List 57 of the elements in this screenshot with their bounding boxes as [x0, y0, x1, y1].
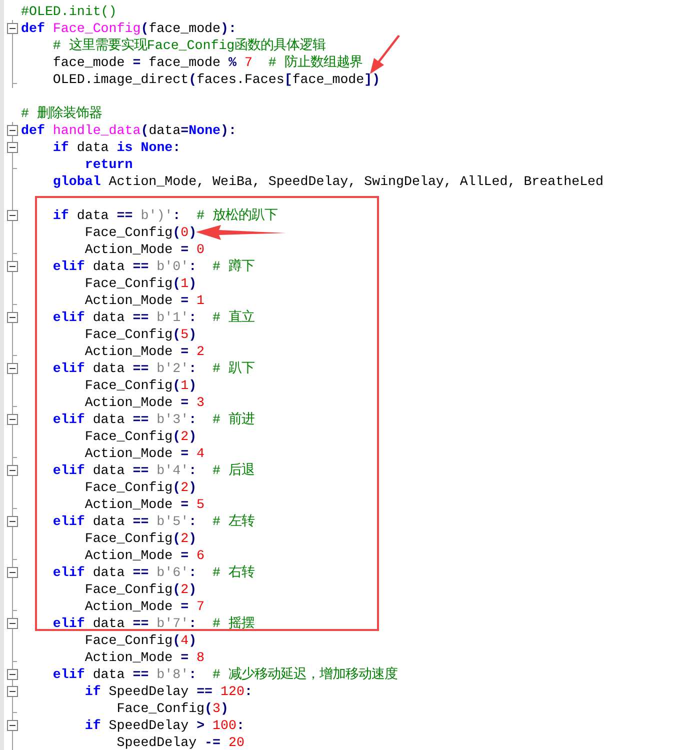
- code-line: Face_Config(4): [84, 632, 197, 649]
- code-line: Action_Mode = 3: [84, 394, 205, 411]
- collapse-icon[interactable]: [7, 465, 18, 476]
- code-line: Action_Mode = 8: [84, 649, 205, 666]
- code-line: elif data == b'8': # 减少移动延迟，增加移动速度: [52, 666, 398, 683]
- code-line: elif data == b'6': # 右转: [52, 564, 255, 581]
- code-line: # 这里需要实现Face_Config函数的具体逻辑: [52, 37, 326, 54]
- collapse-icon[interactable]: [7, 618, 18, 629]
- collapse-icon[interactable]: [7, 720, 18, 731]
- code-line: if SpeedDelay > 100:: [84, 717, 244, 734]
- code-line: elif data == b'0': # 蹲下: [52, 258, 255, 275]
- code-line: elif data == b'1': # 直立: [52, 309, 255, 326]
- code-line: global Action_Mode, WeiBa, SpeedDelay, SwingDelay, AllLed, BreatheLed: [52, 173, 604, 190]
- code-line: elif data == b'4': # 后退: [52, 462, 255, 479]
- code-line: face_mode = face_mode % 7 # 防止数组越界: [52, 54, 362, 71]
- code-line: Face_Config(3): [116, 700, 228, 717]
- code-line: def Face_Config(face_mode):: [21, 20, 236, 37]
- code-line: Action_Mode = 2: [84, 343, 205, 360]
- code-line: Face_Config(5): [84, 326, 197, 343]
- collapse-icon[interactable]: [7, 210, 18, 221]
- code-line: if data == b')': # 放松的趴下: [52, 207, 278, 224]
- collapse-icon[interactable]: [7, 516, 18, 527]
- code-line: elif data == b'7': # 摇摆: [52, 615, 255, 632]
- collapse-icon[interactable]: [7, 363, 18, 374]
- code-line: #OLED.init(): [21, 3, 117, 20]
- code-line: Action_Mode = 0: [84, 241, 205, 258]
- code-line: if SpeedDelay == 120:: [84, 683, 252, 700]
- code-line: Face_Config(2): [84, 428, 197, 445]
- code-line: Action_Mode = 4: [84, 445, 205, 462]
- code-line: OLED.image_direct(faces.Faces[face_mode]): [52, 71, 380, 88]
- code-line: Face_Config(1): [84, 275, 197, 292]
- code-line: Action_Mode = 5: [84, 496, 205, 513]
- code-line: Face_Config(2): [84, 581, 197, 598]
- code-line: return: [84, 156, 133, 173]
- collapse-icon[interactable]: [7, 261, 18, 272]
- collapse-icon[interactable]: [7, 567, 18, 578]
- code-line: Face_Config(0): [84, 224, 197, 241]
- collapse-icon[interactable]: [7, 23, 18, 34]
- collapse-icon[interactable]: [7, 414, 18, 425]
- code-line: Face_Config(1): [84, 377, 197, 394]
- code-line: Action_Mode = 7: [84, 598, 205, 615]
- code-line: Face_Config(2): [84, 479, 197, 496]
- code-line: def handle_data(data=None):: [21, 122, 236, 139]
- code-line: Action_Mode = 6: [84, 547, 205, 564]
- collapse-icon[interactable]: [7, 312, 18, 323]
- code-line: Action_Mode = 1: [84, 292, 205, 309]
- collapse-icon[interactable]: [7, 669, 18, 680]
- code-line: elif data == b'2': # 趴下: [52, 360, 255, 377]
- code-line: if data is None:: [52, 139, 181, 156]
- code-line: Face_Config(2): [84, 530, 197, 547]
- code-line: SpeedDelay -= 20: [116, 734, 244, 750]
- collapse-icon[interactable]: [7, 125, 18, 136]
- collapse-icon[interactable]: [7, 686, 18, 697]
- code-line: elif data == b'5': # 左转: [52, 513, 255, 530]
- code-line: # 删除装饰器: [21, 105, 102, 122]
- code-line: elif data == b'3': # 前进: [52, 411, 255, 428]
- collapse-icon[interactable]: [7, 142, 18, 153]
